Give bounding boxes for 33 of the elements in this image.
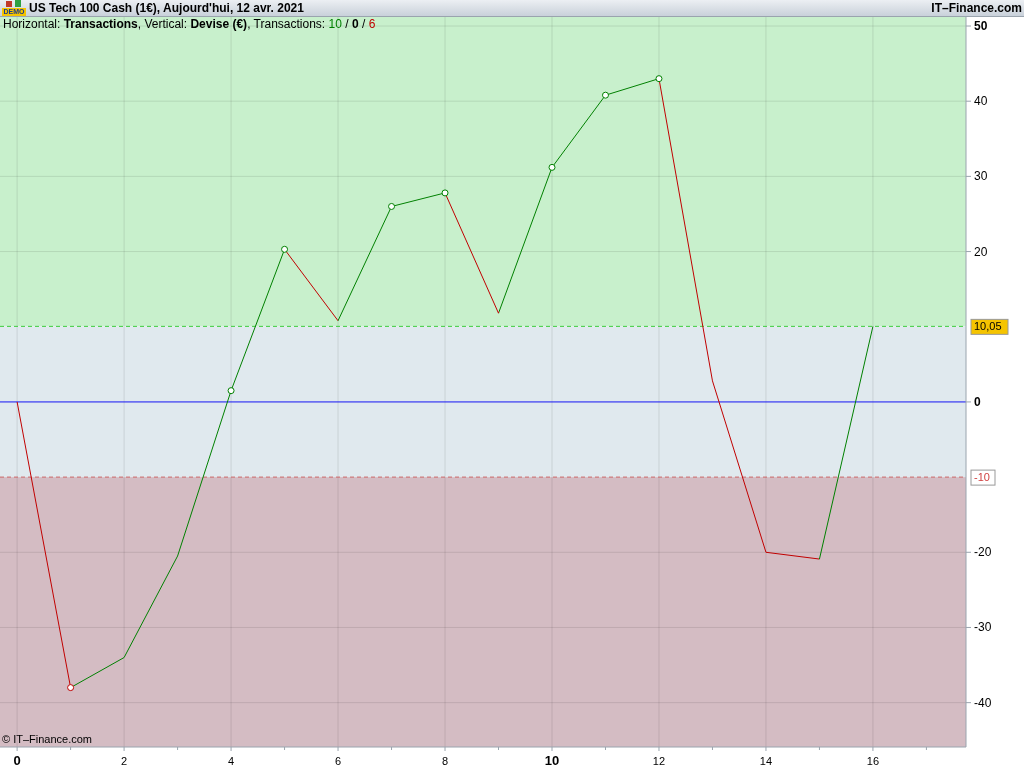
x-tick-label: 0 — [13, 753, 21, 768]
y-tick-label: -30 — [974, 620, 992, 635]
ref-line-label: -10 — [974, 471, 990, 484]
y-tick-label: 20 — [974, 244, 988, 259]
x-tick-label: 6 — [335, 755, 342, 767]
trade-marker — [441, 189, 449, 197]
trade-marker — [548, 163, 556, 171]
trade-marker — [281, 245, 289, 253]
level-value-badge: 10,05 — [970, 318, 1009, 335]
brand-label: IT–Finance.com — [931, 2, 1022, 14]
x-tick-label: 14 — [759, 755, 773, 767]
level-value-badge: -10 — [970, 469, 996, 486]
trade-marker — [67, 684, 75, 692]
x-tick-label: 12 — [652, 755, 666, 767]
y-tick-label: 0 — [974, 394, 981, 409]
trade-marker — [227, 387, 235, 395]
x-tick-label: 2 — [121, 755, 128, 767]
copyright-label: © IT–Finance.com — [2, 734, 93, 745]
trade-marker — [388, 202, 396, 210]
trade-marker — [655, 75, 663, 83]
y-tick-label: 30 — [974, 169, 988, 184]
x-tick-label: 16 — [866, 755, 880, 767]
x-tick-label: 4 — [228, 755, 235, 767]
y-tick-label: 50 — [974, 19, 988, 33]
ref-line-label: 10,05 — [974, 320, 1002, 333]
legend-text: Horizontal: Transactions, Vertical: Devise (€), Transactions: 10 / 0 / 6 — [3, 17, 376, 32]
window-title: US Tech 100 Cash (1€), Aujourd'hui, 12 avr. 2021 — [29, 2, 304, 14]
y-tick-label: -40 — [974, 695, 992, 710]
y-tick-label: 40 — [974, 94, 988, 109]
y-tick-label: -20 — [974, 545, 992, 560]
trade-marker — [602, 91, 609, 99]
x-tick-label: 8 — [441, 755, 449, 767]
x-tick-label: 10 — [544, 753, 560, 768]
